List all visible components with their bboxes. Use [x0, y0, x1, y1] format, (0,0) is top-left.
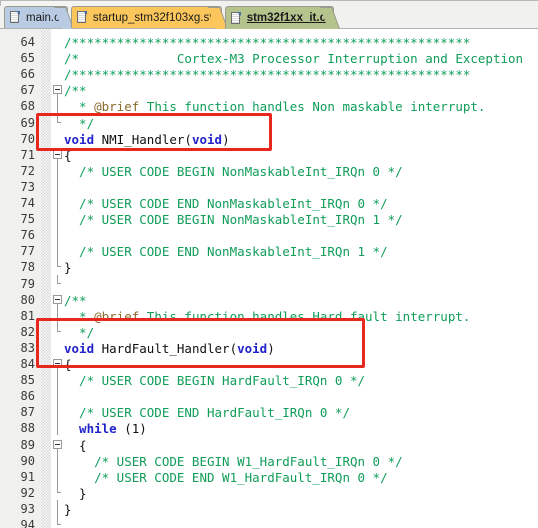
- code-token-cmt: /* USER CODE END NonMaskableInt_IRQn 1 *…: [64, 244, 388, 260]
- code-token-cmt: This function handles Hard fault interru…: [139, 308, 471, 324]
- fold-guide-line: [57, 306, 58, 323]
- file-page-icon: [10, 11, 21, 24]
- fold-guide-line: [57, 97, 58, 114]
- code-line[interactable]: /* USER CODE BEGIN HardFault_IRQn 0 */: [64, 371, 365, 390]
- code-token-cmt: */: [64, 324, 95, 340]
- fold-collapse-icon[interactable]: [53, 85, 62, 95]
- fold-guide-line: [57, 242, 58, 259]
- fold-guide-line: [57, 226, 58, 243]
- code-token-cmt: /* USER CODE BEGIN HardFault_IRQn 0 */: [64, 373, 366, 389]
- code-token-kw: while: [64, 421, 117, 437]
- fold-guide-line: [57, 194, 58, 211]
- code-token-pun: }: [64, 260, 72, 276]
- code-token-cmt: /***************************************…: [64, 67, 471, 83]
- code-token-cmt: /* USER CODE END HardFault_IRQn 0 */: [64, 405, 350, 421]
- code-token-pun: }: [64, 485, 87, 501]
- file-page-icon: [230, 11, 242, 25]
- code-token-cmt: /***************************************…: [64, 35, 471, 50]
- code-line[interactable]: /* USER CODE END W1_HardFault_IRQn 0 */: [64, 468, 388, 487]
- code-token-tag: @brief: [94, 308, 140, 324]
- change-bar-strip: [41, 29, 51, 528]
- tab-label: startup_stm32f103xg.s*: [92, 11, 214, 24]
- code-token-kw: void: [64, 340, 95, 356]
- code-token-cmt: */: [64, 115, 95, 131]
- tab-stm32f1xx-it-c[interactable]: stm32f1xx_it.c: [224, 6, 340, 29]
- code-line[interactable]: /* USER CODE BEGIN NonMaskableInt_IRQn 1…: [64, 210, 403, 229]
- fold-end-elbow: [57, 121, 61, 123]
- fold-guide-line: [57, 387, 58, 404]
- code-token-pun: HardFault_Handler: [94, 340, 230, 356]
- code-token-cmt: *: [64, 99, 95, 115]
- fold-guide-line: [57, 371, 58, 388]
- fold-guide-line: [57, 161, 58, 178]
- fold-end-elbow: [57, 282, 61, 284]
- fold-end-elbow: [57, 524, 61, 525]
- code-line[interactable]: * @brief This function handles Non maska…: [64, 97, 485, 116]
- code-token-tag: @brief: [94, 99, 140, 115]
- code-token-cmt: This function handles Non maskable inter…: [139, 99, 486, 115]
- code-token-pun: ): [222, 131, 230, 147]
- code-line[interactable]: }: [64, 258, 72, 277]
- code-token-cmt: /**: [64, 83, 87, 99]
- fold-end-elbow: [57, 491, 61, 493]
- code-token-pun: }: [64, 501, 72, 517]
- file-page-icon: [76, 11, 88, 24]
- code-line[interactable]: /* USER CODE END NonMaskableInt_IRQn 1 *…: [64, 242, 388, 261]
- fold-collapse-icon[interactable]: [53, 149, 62, 159]
- code-line[interactable]: /***************************************…: [64, 65, 470, 84]
- code-line[interactable]: /* USER CODE BEGIN NonMaskableInt_IRQn 0…: [64, 162, 403, 181]
- code-line[interactable]: void NMI_Handler(void): [64, 130, 230, 149]
- code-token-pun: NMI_Handler: [94, 131, 185, 147]
- code-token-pun: (: [229, 340, 238, 356]
- fold-guide-line: [57, 499, 58, 516]
- code-token-pun: {: [64, 437, 87, 453]
- code-text-area[interactable]: /***************************************…: [64, 29, 538, 528]
- code-token-pun: {: [64, 357, 72, 372]
- fold-end-elbow: [57, 266, 61, 268]
- code-token-kw: void: [64, 131, 95, 147]
- code-token-cmt: /**: [64, 292, 87, 308]
- fold-guide-line: [57, 210, 58, 227]
- code-line[interactable]: * @brief This function handles Hard faul…: [64, 307, 470, 326]
- code-token-cmt: /* USER CODE END NonMaskableInt_IRQn 0 *…: [64, 196, 388, 211]
- code-token-pun: (1): [116, 421, 147, 437]
- fold-guide-line: [57, 419, 58, 436]
- fold-collapse-icon[interactable]: [53, 359, 62, 368]
- fold-guide-line: [57, 467, 58, 484]
- fold-guide-line: [57, 177, 58, 194]
- line-number: 94: [20, 518, 35, 528]
- code-token-kw: void: [237, 340, 268, 356]
- fold-end-elbow: [57, 330, 61, 332]
- tab-label: stm32f1xx_it.c: [246, 12, 326, 24]
- tab-startup-stm32f103xg-s-[interactable]: startup_stm32f103xg.s*: [70, 6, 228, 29]
- fold-collapse-icon[interactable]: [53, 439, 62, 449]
- code-token-cmt: /* USER CODE BEGIN NonMaskableInt_IRQn 0…: [64, 163, 403, 179]
- editor-body: /***************************************…: [0, 29, 538, 528]
- code-token-kw: void: [191, 131, 223, 147]
- editor-tab-bar: main.c startup_stm32f103xg.s* stm32f1xx_it…: [0, 6, 538, 29]
- tab-main-c[interactable]: main.c: [4, 6, 74, 29]
- fold-guide-line: [57, 451, 58, 468]
- code-token-cmt: /* USER CODE END W1_HardFault_IRQn 0 */: [64, 469, 388, 485]
- code-editor-window: main.c startup_stm32f103xg.s* stm32f1xx_it…: [0, 0, 538, 528]
- fold-collapse-icon[interactable]: [53, 294, 62, 304]
- code-token-cmt: /* Cortex-M3 Processor Interruption and …: [64, 51, 524, 67]
- code-token-cmt: *: [64, 308, 95, 324]
- code-token-pun: {: [64, 147, 72, 163]
- code-token-pun: ): [267, 340, 275, 356]
- code-token-cmt: /* USER CODE BEGIN W1_HardFault_IRQn 0 *…: [64, 453, 403, 469]
- code-token-cmt: /* USER CODE BEGIN NonMaskableInt_IRQn 1…: [64, 212, 403, 228]
- fold-guide-line: [57, 403, 58, 420]
- code-token-pun: (: [184, 131, 192, 147]
- code-line[interactable]: void HardFault_Handler(void): [64, 339, 275, 358]
- code-line[interactable]: }: [64, 500, 72, 519]
